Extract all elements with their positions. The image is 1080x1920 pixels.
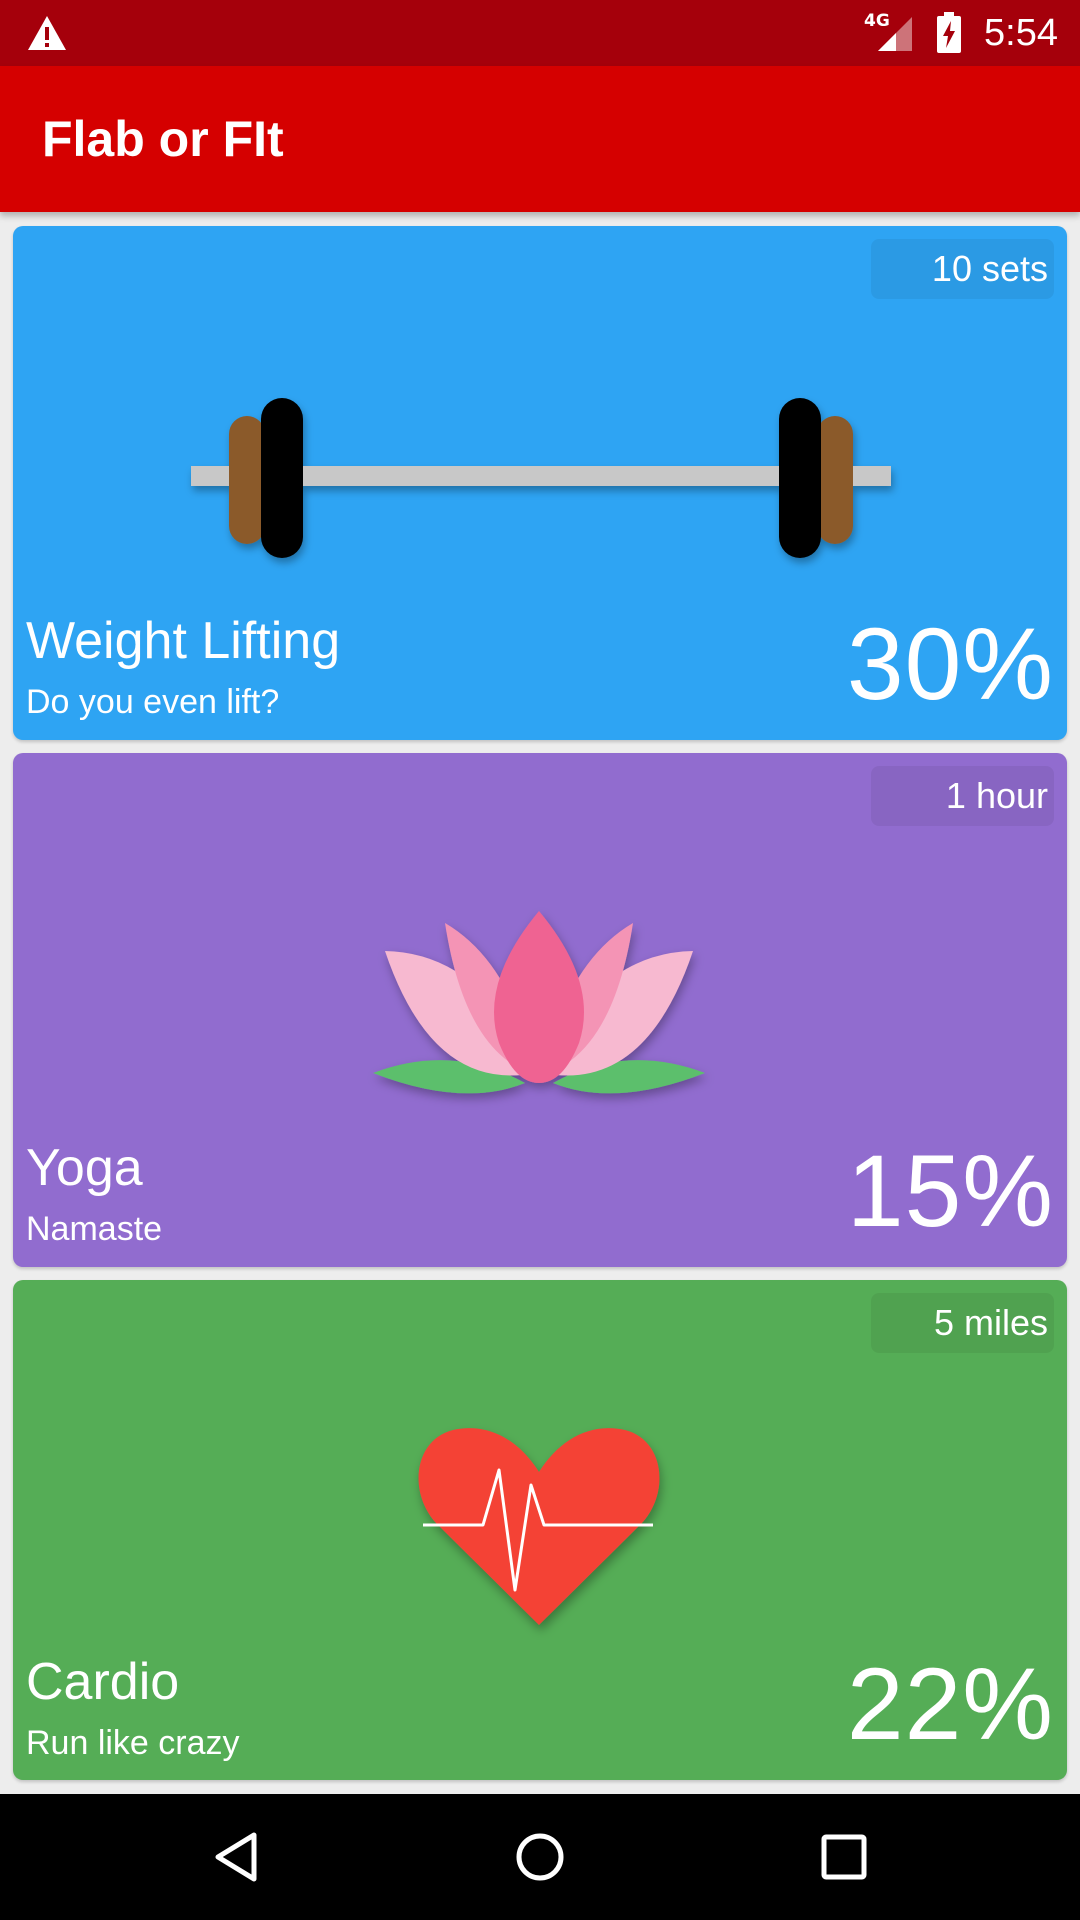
- activity-name: Cardio: [26, 1653, 180, 1711]
- clock: 5:54: [984, 11, 1058, 54]
- activity-name: Weight Lifting: [26, 612, 341, 670]
- activity-percent: 22%: [846, 1647, 1054, 1761]
- app-title: Flab or FIt: [42, 111, 284, 167]
- activity-goal-badge: 1 hour: [871, 766, 1054, 826]
- network-type-label: 4G: [864, 11, 890, 31]
- activity-name: Yoga: [26, 1139, 143, 1197]
- activity-subtitle: Run like crazy: [26, 1724, 240, 1762]
- activity-subtitle: Do you even lift?: [26, 683, 280, 721]
- recents-icon[interactable]: [816, 1829, 872, 1885]
- battery-charging-icon: [937, 12, 962, 53]
- status-bar: 4G 5:54: [0, 0, 1080, 66]
- navigation-bar: [0, 1794, 1080, 1920]
- app-bar: Flab or FIt: [0, 66, 1080, 212]
- home-icon[interactable]: [512, 1829, 568, 1885]
- signal-indicator: 4G: [864, 11, 914, 53]
- activity-goal-badge: 5 miles: [871, 1293, 1054, 1353]
- activity-percent: 30%: [846, 607, 1054, 721]
- activity-goal-badge: 10 sets: [871, 239, 1054, 299]
- activity-subtitle: Namaste: [26, 1210, 163, 1248]
- activity-card-weight-lifting[interactable]: 10 sets Weight Lifting Do you even lift?…: [13, 226, 1067, 740]
- activity-percent: 15%: [846, 1134, 1054, 1248]
- back-icon[interactable]: [210, 1829, 266, 1885]
- activity-card-cardio[interactable]: 5 miles Cardio Run like crazy 22%: [13, 1280, 1067, 1780]
- activity-card-yoga[interactable]: 1 hour Yoga Namaste 15%: [13, 753, 1067, 1267]
- warning-icon[interactable]: [26, 14, 68, 52]
